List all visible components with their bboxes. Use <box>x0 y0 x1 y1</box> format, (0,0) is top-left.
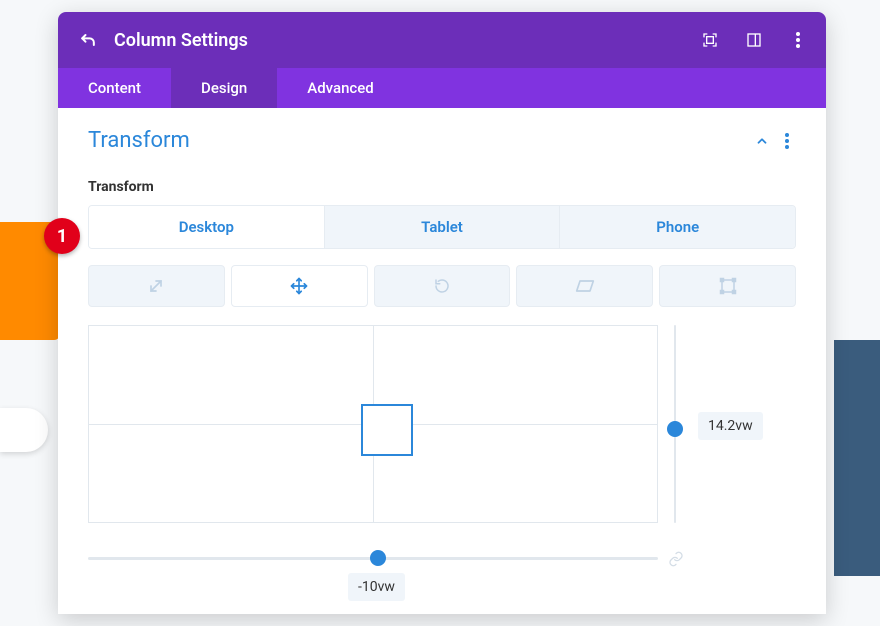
tool-origin[interactable] <box>659 265 796 307</box>
panel-body: Transform Transform Desktop Tablet Phone <box>58 108 826 560</box>
tool-skew[interactable] <box>516 265 653 307</box>
transform-handle[interactable] <box>361 404 413 456</box>
horizontal-slider[interactable]: -10vw <box>88 557 658 560</box>
vertical-slider[interactable]: 14.2vw <box>670 325 696 523</box>
section-title: Transform <box>88 128 752 153</box>
horizontal-rail <box>88 557 658 560</box>
bg-blue-strip <box>834 340 880 576</box>
section-more-button[interactable] <box>778 133 796 149</box>
link-icon <box>668 551 684 567</box>
step-badge: 1 <box>44 218 80 254</box>
step-badge-number: 1 <box>57 226 67 247</box>
bg-white-pill <box>0 408 48 452</box>
tab-advanced[interactable]: Advanced <box>277 68 403 108</box>
tool-rotate[interactable] <box>374 265 511 307</box>
panel-header: Column Settings <box>58 12 826 68</box>
horizontal-value[interactable]: -10vw <box>348 573 405 601</box>
layout-icon <box>746 32 762 48</box>
chevron-up-icon <box>755 134 769 148</box>
transform-tool-tabs <box>88 265 796 307</box>
tool-scale[interactable] <box>88 265 225 307</box>
transform-canvas[interactable] <box>88 325 658 523</box>
more-vertical-icon <box>785 133 789 149</box>
device-tab-phone[interactable]: Phone <box>559 206 795 248</box>
vertical-value[interactable]: 14.2vw <box>698 412 763 440</box>
header-actions <box>700 30 808 50</box>
tool-translate[interactable] <box>231 265 368 307</box>
more-button[interactable] <box>788 30 808 50</box>
main-tabs: Content Design Advanced <box>58 68 826 108</box>
tab-design[interactable]: Design <box>171 68 277 108</box>
layout-button[interactable] <box>744 30 764 50</box>
collapse-button[interactable] <box>752 134 772 148</box>
skew-icon <box>575 279 595 293</box>
device-tab-tablet[interactable]: Tablet <box>324 206 560 248</box>
scale-icon <box>146 276 166 296</box>
section-sub-label: Transform <box>88 179 796 195</box>
rotate-icon <box>433 277 451 295</box>
device-tabs: Desktop Tablet Phone <box>88 205 796 249</box>
horizontal-thumb[interactable] <box>370 550 386 566</box>
settings-panel: Column Settings Content Design Advanced … <box>58 12 826 614</box>
section-header: Transform <box>88 128 796 153</box>
origin-icon <box>719 277 737 295</box>
expand-button[interactable] <box>700 30 720 50</box>
back-button[interactable] <box>76 28 100 52</box>
device-tab-desktop[interactable]: Desktop <box>89 206 324 248</box>
tab-content[interactable]: Content <box>58 68 171 108</box>
more-vertical-icon <box>796 32 800 48</box>
expand-icon <box>702 32 718 48</box>
panel-title: Column Settings <box>114 30 700 51</box>
transform-canvas-wrap: 14.2vw <box>88 325 796 545</box>
link-values-button[interactable] <box>668 551 684 567</box>
vertical-thumb[interactable] <box>667 421 683 437</box>
back-arrow-icon <box>78 30 98 50</box>
move-icon <box>290 277 308 295</box>
